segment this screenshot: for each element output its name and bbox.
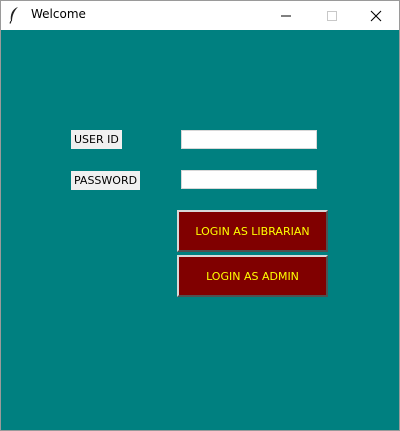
app-window: Welcome USER ID PASSWORD LOGIN AS LIBRAR…: [0, 0, 400, 431]
close-button[interactable]: [353, 1, 399, 30]
window-title: Welcome: [31, 7, 86, 21]
password-input[interactable]: [181, 170, 317, 189]
feather-icon: [8, 6, 20, 24]
minimize-icon: [281, 15, 291, 16]
title-bar[interactable]: Welcome: [1, 1, 399, 30]
login-librarian-label: LOGIN AS LIBRARIAN: [195, 224, 310, 238]
login-librarian-button[interactable]: LOGIN AS LIBRARIAN: [177, 210, 328, 252]
login-admin-button[interactable]: LOGIN AS ADMIN: [177, 255, 328, 297]
login-admin-label: LOGIN AS ADMIN: [206, 269, 299, 283]
user-id-label: USER ID: [71, 130, 122, 149]
close-icon: [370, 10, 382, 21]
maximize-button[interactable]: [309, 1, 355, 30]
minimize-button[interactable]: [263, 1, 309, 30]
user-id-input[interactable]: [181, 130, 317, 149]
login-panel: USER ID PASSWORD LOGIN AS LIBRARIAN LOGI…: [1, 30, 399, 430]
maximize-icon: [327, 10, 337, 21]
password-label: PASSWORD: [71, 171, 141, 190]
